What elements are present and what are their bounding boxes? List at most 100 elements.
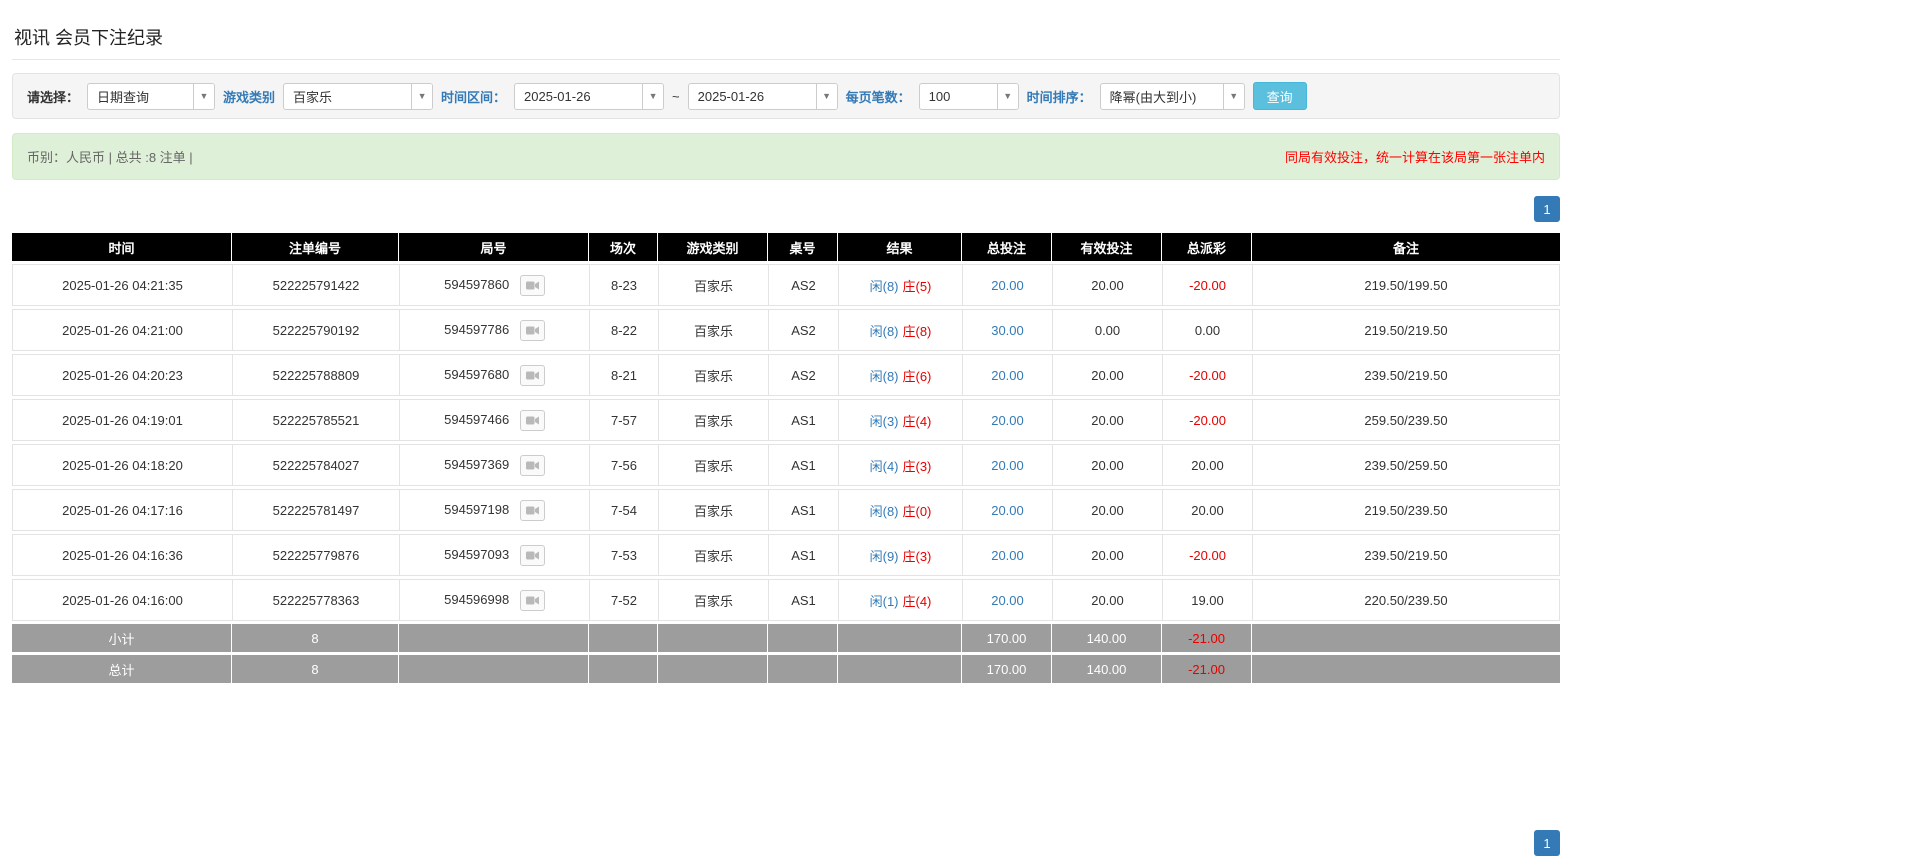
- pagination-page-1[interactable]: 1: [1534, 196, 1560, 222]
- result-player: 闲(8): [870, 279, 899, 294]
- result-banker: 庄(3): [903, 549, 932, 564]
- cell-valid-bet: 20.00: [1052, 489, 1162, 531]
- filter-panel: 请选择： 日期查询 ▼ 游戏类别 百家乐 ▼ 时间区间： 2025-01-26 …: [12, 73, 1560, 119]
- cell-bet-id: 522225785521: [232, 399, 399, 441]
- result-banker: 庄(3): [903, 459, 932, 474]
- header-session: 场次: [589, 233, 658, 261]
- sort-order-label: 时间排序：: [1027, 87, 1092, 106]
- cell-session: 7-54: [589, 489, 658, 531]
- subtotal-valid-bet: 140.00: [1052, 624, 1162, 652]
- cell-total-bet[interactable]: 30.00: [962, 309, 1052, 351]
- cell-remark: 219.50/219.50: [1252, 309, 1560, 351]
- chevron-down-icon[interactable]: ▼: [997, 84, 1018, 109]
- video-camera-icon: [526, 595, 539, 606]
- date-to-select[interactable]: 2025-01-26 ▼: [688, 83, 838, 110]
- cell-payout: -20.00: [1162, 399, 1252, 441]
- cell-time: 2025-01-26 04:21:00: [12, 309, 232, 351]
- result-player: 闲(9): [870, 549, 899, 564]
- search-button[interactable]: 查询: [1253, 82, 1307, 110]
- cell-game-type: 百家乐: [658, 444, 768, 486]
- video-camera-icon: [526, 325, 539, 336]
- video-replay-button[interactable]: [520, 500, 545, 521]
- chevron-down-icon[interactable]: ▼: [1223, 84, 1244, 109]
- video-replay-button[interactable]: [520, 410, 545, 431]
- cell-round-id: 594597198: [399, 489, 589, 531]
- game-type-select[interactable]: 百家乐 ▼: [283, 83, 433, 110]
- cell-total-bet[interactable]: 20.00: [962, 579, 1052, 621]
- cell-time: 2025-01-26 04:18:20: [12, 444, 232, 486]
- cell-remark: 219.50/199.50: [1252, 264, 1560, 306]
- table-row: 2025-01-26 04:21:35 522225791422 5945978…: [12, 264, 1560, 306]
- sort-order-select[interactable]: 降幂(由大到小) ▼: [1100, 83, 1245, 110]
- cell-payout: 20.00: [1162, 489, 1252, 531]
- cell-valid-bet: 20.00: [1052, 534, 1162, 576]
- cell-session: 8-21: [589, 354, 658, 396]
- main-container: 视讯 会员下注纪录 请选择： 日期查询 ▼ 游戏类别 百家乐 ▼ 时间区间： 2…: [12, 12, 1560, 686]
- game-type-label: 游戏类别: [223, 87, 275, 106]
- date-from-select[interactable]: 2025-01-26 ▼: [514, 83, 664, 110]
- cell-round-id: 594597860: [399, 264, 589, 306]
- header-valid-bet: 有效投注: [1052, 233, 1162, 261]
- cell-game-type: 百家乐: [658, 579, 768, 621]
- cell-result: 闲(8)庄(0): [838, 489, 962, 531]
- result-player: 闲(4): [870, 459, 899, 474]
- cell-payout: -20.00: [1162, 534, 1252, 576]
- cell-valid-bet: 20.00: [1052, 264, 1162, 306]
- cell-total-bet[interactable]: 20.00: [962, 444, 1052, 486]
- cell-remark: 219.50/239.50: [1252, 489, 1560, 531]
- video-replay-button[interactable]: [520, 320, 545, 341]
- video-replay-button[interactable]: [520, 275, 545, 296]
- cell-total-bet[interactable]: 20.00: [962, 489, 1052, 531]
- result-banker: 庄(4): [903, 594, 932, 609]
- total-row: 总计 8 170.00 140.00 -21.00: [12, 655, 1560, 683]
- header-game-type: 游戏类别: [658, 233, 768, 261]
- cell-valid-bet: 20.00: [1052, 399, 1162, 441]
- video-replay-button[interactable]: [520, 365, 545, 386]
- table-row: 2025-01-26 04:16:36 522225779876 5945970…: [12, 534, 1560, 576]
- video-replay-button[interactable]: [520, 455, 545, 476]
- cell-round-id: 594597466: [399, 399, 589, 441]
- video-camera-icon: [526, 370, 539, 381]
- cell-session: 8-23: [589, 264, 658, 306]
- table-row: 2025-01-26 04:17:16 522225781497 5945971…: [12, 489, 1560, 531]
- page-size-select[interactable]: 100 ▼: [919, 83, 1019, 110]
- chevron-down-icon[interactable]: ▼: [411, 84, 432, 109]
- cell-bet-id: 522225784027: [232, 444, 399, 486]
- header-result: 结果: [838, 233, 962, 261]
- cell-total-bet[interactable]: 20.00: [962, 264, 1052, 306]
- cell-total-bet[interactable]: 20.00: [962, 399, 1052, 441]
- cell-table-no: AS2: [768, 264, 838, 306]
- cell-result: 闲(1) 庄(4): [838, 579, 962, 621]
- cell-table-no: AS2: [768, 309, 838, 351]
- cell-game-type: 百家乐: [658, 399, 768, 441]
- video-camera-icon: [526, 460, 539, 471]
- cell-session: 7-52: [589, 579, 658, 621]
- cell-total-bet[interactable]: 20.00: [962, 534, 1052, 576]
- pagination-page-1-bottom[interactable]: 1: [1534, 830, 1560, 856]
- chevron-down-icon[interactable]: ▼: [642, 84, 663, 109]
- cell-result: 闲(8)庄(8): [838, 309, 962, 351]
- chevron-down-icon[interactable]: ▼: [193, 84, 214, 109]
- cell-time: 2025-01-26 04:19:01: [12, 399, 232, 441]
- query-type-select[interactable]: 日期查询 ▼: [87, 83, 215, 110]
- result-banker: 庄(8): [903, 324, 932, 339]
- records-table: 时间 注单编号 局号 场次 游戏类别 桌号 结果 总投注 有效投注 总派彩 备注…: [12, 230, 1560, 686]
- chevron-down-icon[interactable]: ▼: [816, 84, 837, 109]
- cell-payout: -20.00: [1162, 264, 1252, 306]
- round-id-value: 594597466: [444, 411, 509, 426]
- cell-total-bet[interactable]: 20.00: [962, 354, 1052, 396]
- result-player: 闲(1): [870, 594, 899, 609]
- round-id-value: 594597680: [444, 366, 509, 381]
- video-replay-button[interactable]: [520, 545, 545, 566]
- table-row: 2025-01-26 04:19:01 522225785521 5945974…: [12, 399, 1560, 441]
- cell-session: 7-57: [589, 399, 658, 441]
- cell-game-type: 百家乐: [658, 489, 768, 531]
- video-camera-icon: [526, 505, 539, 516]
- page-size-label: 每页笔数：: [846, 87, 911, 106]
- cell-result: 闲(9) 庄(3): [838, 534, 962, 576]
- video-replay-button[interactable]: [520, 590, 545, 611]
- header-round-id: 局号: [399, 233, 589, 261]
- subtotal-count: 8: [232, 624, 399, 652]
- cell-result: 闲(4) 庄(3): [838, 444, 962, 486]
- cell-table-no: AS2: [768, 354, 838, 396]
